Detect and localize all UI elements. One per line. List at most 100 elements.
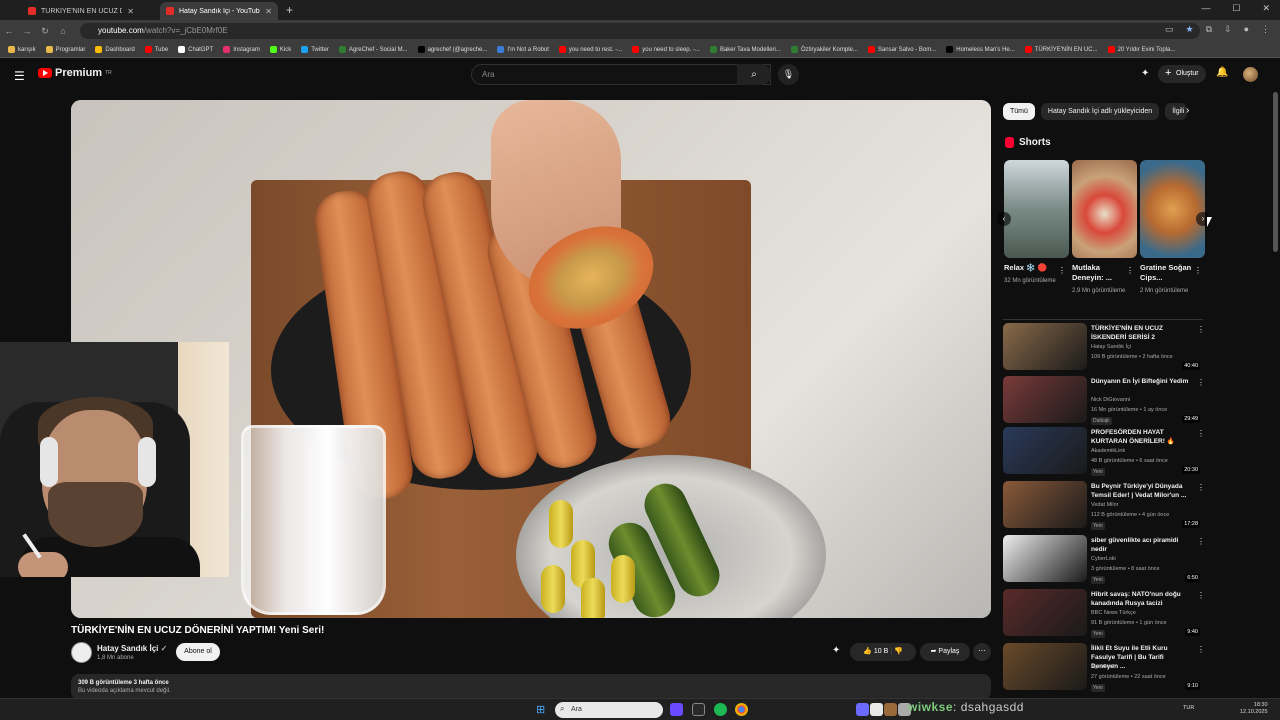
video-thumbnail[interactable] [1003, 535, 1087, 582]
taskbar-search[interactable]: Ara [555, 702, 663, 718]
chip-uploader[interactable]: Hatay Sandık İçi adlı yükleyiciden [1040, 103, 1160, 120]
create-button[interactable]: Oluştur [1158, 64, 1206, 83]
channel-name[interactable]: CyberLoki [1091, 556, 1116, 562]
bookmark-item[interactable]: agrechef (@agreche... [417, 46, 487, 53]
bookmark-item[interactable]: Dashboard [95, 46, 135, 53]
video-title[interactable]: Hibrit savaş: NATO'nun doğu kanadında Ru… [1091, 590, 1191, 608]
short-title[interactable]: Mutlaka Deneyin: ... [1072, 263, 1124, 283]
video-menu-icon[interactable]: ⋮ [1197, 537, 1205, 546]
close-tab-icon[interactable]: ✕ [265, 7, 272, 16]
recommended-video[interactable]: 9:40 Hibrit savaş: NATO'nun doğu kanadınd… [1003, 589, 1205, 639]
browser-tab[interactable]: TÜRKİYE'NİN EN UCUZ DÖNERİ ✕ [22, 2, 140, 20]
recommended-video[interactable]: 29:49 Dünyanın En İyi Bifteğini Yedim Nick… [1003, 376, 1205, 426]
chrome-icon[interactable] [735, 703, 748, 716]
short-thumb-1[interactable] [1004, 160, 1069, 258]
share-button[interactable]: ➦ Paylaş [920, 643, 970, 661]
downloads-icon[interactable]: ⇩ [1224, 24, 1232, 35]
short-menu-icon[interactable]: ⋮ [1058, 266, 1066, 275]
video-title[interactable]: Bu Peynir Türkiye'yi Dünyada Temsil Eder… [1091, 482, 1191, 500]
bookmark-item[interactable]: Programlar [45, 46, 85, 53]
windows-start-icon[interactable]: ⊞ [536, 703, 545, 716]
account-avatar[interactable] [1243, 67, 1258, 82]
channel-name[interactable]: AkademikLink [1091, 448, 1125, 454]
forward-icon[interactable]: → [18, 26, 36, 36]
bookmark-item[interactable]: you need to sleep. -... [632, 46, 700, 53]
reload-icon[interactable]: ↻ [36, 26, 54, 37]
bookmark-item[interactable]: you need to rest. -... [558, 46, 622, 53]
browser-menu-icon[interactable]: ⋮ [1261, 24, 1270, 35]
channel-name[interactable]: Hatay Sandık İçi ✓ [97, 644, 167, 653]
tray-app-icon[interactable] [870, 703, 883, 716]
bookmark-item[interactable]: 20 Yıldır Evini Topla... [1107, 46, 1175, 53]
video-title[interactable]: Dünyanın En İyi Bifteğini Yedim [1091, 377, 1191, 386]
bookmark-item[interactable]: Kick [269, 46, 291, 53]
chips-next-icon[interactable]: › [1186, 105, 1189, 116]
channel-name[interactable]: Nick DiGiovanni [1091, 397, 1130, 403]
video-menu-icon[interactable]: ⋮ [1197, 429, 1205, 438]
new-tab-button[interactable]: + [286, 2, 293, 20]
back-icon[interactable]: ← [0, 26, 18, 36]
close-tab-icon[interactable]: ✕ [127, 7, 134, 16]
short-title[interactable]: Gratine Soğan Cips... [1140, 263, 1192, 283]
subscribe-button[interactable]: Abone ol [176, 643, 220, 661]
video-title[interactable]: TÜRKİYE'NİN EN UCUZ İSKENDERİ SERİSİ 2 [1091, 324, 1191, 342]
channel-name[interactable]: Vedat Milor [1091, 502, 1119, 508]
video-title[interactable]: siber güvenlikte acı piramidi nedir [1091, 536, 1191, 554]
shorts-prev-button[interactable]: ‹ [997, 212, 1011, 226]
short-thumb-3[interactable] [1140, 160, 1205, 258]
recommended-video[interactable]: 40:40 TÜRKİYE'NİN EN UCUZ İSKENDERİ SERİS… [1003, 323, 1205, 373]
video-menu-icon[interactable]: ⋮ [1197, 325, 1205, 334]
sparkle-icon[interactable]: ✦ [1141, 68, 1149, 79]
maximize-icon[interactable]: ☐ [1232, 3, 1240, 14]
video-menu-icon[interactable]: ⋮ [1197, 378, 1205, 387]
recommended-video[interactable]: 6:50 siber güvenlikte acı piramidi nedir C… [1003, 535, 1205, 585]
app-icon[interactable] [692, 703, 705, 716]
tray-app-icon[interactable] [856, 703, 869, 716]
url-field[interactable]: youtube.com/watch?v=_jCbE0Mrf0E [80, 23, 1200, 39]
search-button[interactable]: ⌕ [737, 64, 771, 85]
sparkle-ask-icon[interactable]: ✦ [832, 645, 840, 656]
language-indicator[interactable]: TUR [1183, 705, 1194, 711]
home-icon[interactable]: ⌂ [54, 26, 72, 36]
clock[interactable]: 18:30 12.10.2025 [1240, 702, 1268, 716]
video-thumbnail[interactable] [1003, 376, 1087, 423]
video-thumbnail[interactable] [1003, 427, 1087, 474]
bookmark-item[interactable]: Instagram [223, 46, 260, 53]
voice-search-button[interactable]: 🎙 [778, 64, 799, 85]
page-scrollbar[interactable] [1273, 92, 1278, 252]
notifications-bell-icon[interactable]: 🔔 [1216, 67, 1228, 78]
bookmark-star-icon[interactable]: ★ [1186, 24, 1194, 35]
bookmark-item[interactable]: ChatGPT [178, 46, 213, 53]
bookmark-item[interactable]: Homeless Man's He... [946, 46, 1015, 53]
short-title[interactable]: Relax ❄️ 🛑 [1004, 263, 1056, 273]
cast-icon[interactable]: ▭ [1165, 24, 1174, 35]
video-thumbnail[interactable] [1003, 643, 1087, 690]
extensions-icon[interactable]: ⧉ [1206, 24, 1212, 35]
short-thumb-2[interactable] [1072, 160, 1137, 258]
recommended-video[interactable]: 17:28 Bu Peynir Türkiye'yi Dünyada Temsil… [1003, 481, 1205, 531]
bookmark-item[interactable]: TÜRKİYE'NİN EN UC... [1024, 46, 1098, 53]
recommended-video[interactable]: 20:30 PROFESÖRDEN HAYAT KURTARAN ÖNERİLER… [1003, 427, 1205, 477]
short-menu-icon[interactable]: ⋮ [1194, 266, 1202, 275]
profile-icon[interactable]: ● [1244, 24, 1249, 35]
channel-name[interactable]: AgreChef [1091, 664, 1114, 670]
search-input[interactable]: Ara [471, 64, 771, 85]
bookmark-item[interactable]: Tube [144, 46, 168, 53]
chip-related[interactable]: İlgili [1165, 103, 1188, 120]
bookmark-item[interactable]: Öztiryakiler Komple... [790, 46, 858, 53]
channel-avatar[interactable] [71, 642, 92, 663]
channel-name[interactable]: Hatay Sandık İçi [1091, 344, 1131, 350]
close-window-icon[interactable]: ✕ [1262, 3, 1270, 14]
video-thumbnail[interactable] [1003, 589, 1087, 636]
bookmark-item[interactable]: Sansar Salvo - Bom... [867, 46, 936, 53]
dislike-button[interactable]: 👎 [894, 648, 903, 655]
video-menu-icon[interactable]: ⋮ [1197, 645, 1205, 654]
recommended-video[interactable]: 9:10 İlikli Et Suyu ile Etli Kuru Fasulye… [1003, 643, 1205, 693]
video-menu-icon[interactable]: ⋮ [1197, 483, 1205, 492]
video-menu-icon[interactable]: ⋮ [1197, 591, 1205, 600]
app-icon[interactable] [670, 703, 683, 716]
spotify-icon[interactable] [714, 703, 727, 716]
more-actions-button[interactable]: ⋯ [973, 643, 991, 661]
bookmark-item[interactable]: karışık [8, 46, 36, 53]
minimize-icon[interactable]: — [1201, 3, 1210, 14]
